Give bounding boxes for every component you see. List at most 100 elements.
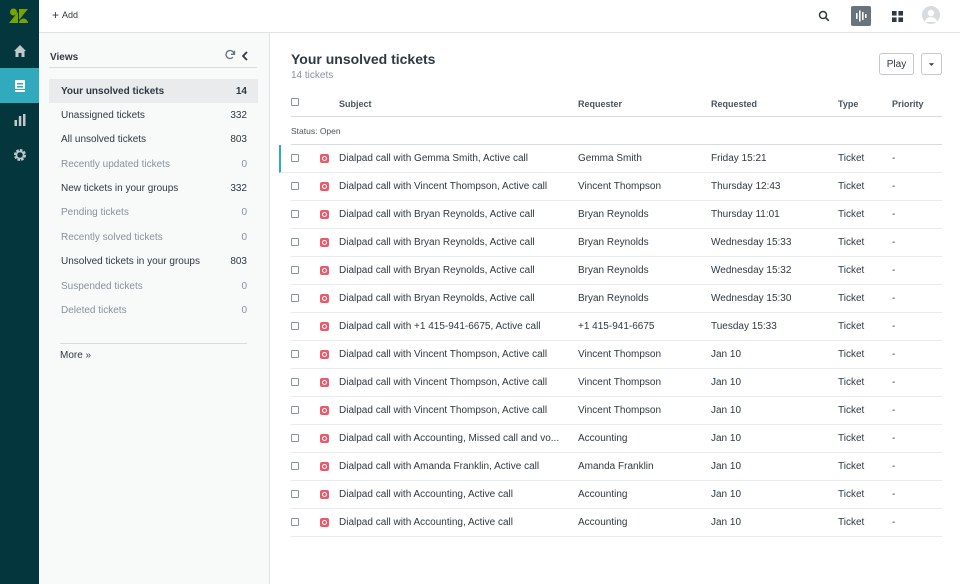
search-button[interactable] xyxy=(814,6,834,26)
table-row[interactable]: Dialpad call with Accounting, Missed cal… xyxy=(291,425,942,453)
ticket-subject[interactable]: Dialpad call with Vincent Thompson, Acti… xyxy=(339,377,547,388)
view-label: Pending tickets xyxy=(61,206,129,218)
table-row[interactable]: Dialpad call with Vincent Thompson, Acti… xyxy=(291,173,942,201)
view-label: Recently solved tickets xyxy=(61,231,163,243)
ticket-type: Ticket xyxy=(838,405,865,416)
nav-reporting[interactable] xyxy=(0,102,39,137)
ticket-subject[interactable]: Dialpad call with +1 415-941-6675, Activ… xyxy=(339,321,541,332)
table-row[interactable]: Dialpad call with Bryan Reynolds, Active… xyxy=(291,285,942,313)
ticket-icon xyxy=(320,490,329,499)
row-checkbox[interactable] xyxy=(291,462,299,470)
ticket-subject[interactable]: Dialpad call with Bryan Reynolds, Active… xyxy=(339,237,535,248)
add-button[interactable]: + Add xyxy=(52,9,79,21)
ticket-type: Ticket xyxy=(838,349,865,360)
ticket-subject[interactable]: Dialpad call with Vincent Thompson, Acti… xyxy=(339,181,547,192)
row-checkbox[interactable] xyxy=(291,434,299,442)
ticket-requester: Vincent Thompson xyxy=(578,405,662,416)
column-requester[interactable]: Requester xyxy=(578,99,622,109)
ticket-subject[interactable]: Dialpad call with Amanda Franklin, Activ… xyxy=(339,461,539,472)
view-label: Unassigned tickets xyxy=(61,109,145,121)
view-count: 0 xyxy=(241,304,247,316)
row-checkbox[interactable] xyxy=(291,518,299,526)
apps-button[interactable] xyxy=(887,6,907,26)
ticket-type: Ticket xyxy=(838,209,865,220)
table-row[interactable]: Dialpad call with Vincent Thompson, Acti… xyxy=(291,369,942,397)
view-new-tickets-in-your-groups[interactable]: New tickets in your groups 332 xyxy=(49,176,258,200)
nav-home[interactable] xyxy=(0,33,39,68)
ticket-subject[interactable]: Dialpad call with Bryan Reynolds, Active… xyxy=(339,293,535,304)
avatar[interactable] xyxy=(922,6,940,24)
view-unassigned-tickets[interactable]: Unassigned tickets 332 xyxy=(49,103,258,127)
row-checkbox[interactable] xyxy=(291,490,299,498)
column-type[interactable]: Type xyxy=(838,99,858,109)
view-recently-solved-tickets[interactable]: Recently solved tickets 0 xyxy=(49,225,258,249)
ticket-subject[interactable]: Dialpad call with Bryan Reynolds, Active… xyxy=(339,209,535,220)
table-row[interactable]: Dialpad call with Accounting, Active cal… xyxy=(291,481,942,509)
view-pending-tickets[interactable]: Pending tickets 0 xyxy=(49,200,258,224)
select-all-checkbox[interactable] xyxy=(291,98,299,106)
table-row[interactable]: Dialpad call with Amanda Franklin, Activ… xyxy=(291,453,942,481)
table-row[interactable]: Dialpad call with Bryan Reynolds, Active… xyxy=(291,201,942,229)
row-checkbox[interactable] xyxy=(291,210,299,218)
apps-grid-icon xyxy=(891,10,903,22)
admin-gear-icon xyxy=(13,148,26,161)
collapse-icon[interactable] xyxy=(240,50,250,62)
ticket-priority: - xyxy=(892,517,896,528)
refresh-icon[interactable] xyxy=(224,49,236,61)
view-suspended-tickets[interactable]: Suspended tickets 0 xyxy=(49,274,258,298)
table-row[interactable]: Dialpad call with Bryan Reynolds, Active… xyxy=(291,257,942,285)
row-checkbox[interactable] xyxy=(291,266,299,274)
table-row[interactable]: Dialpad call with Vincent Thompson, Acti… xyxy=(291,341,942,369)
view-recently-updated-tickets[interactable]: Recently updated tickets 0 xyxy=(49,152,258,176)
more-views-link[interactable]: More » xyxy=(60,350,91,361)
table-row[interactable]: Dialpad call with Vincent Thompson, Acti… xyxy=(291,397,942,425)
voice-button[interactable] xyxy=(851,6,871,26)
column-priority[interactable]: Priority xyxy=(892,99,924,109)
add-button-label: Add xyxy=(62,10,79,20)
table-row[interactable]: Dialpad call with Bryan Reynolds, Active… xyxy=(291,229,942,257)
row-checkbox[interactable] xyxy=(291,154,299,162)
nav-admin[interactable] xyxy=(0,137,39,172)
tickets-icon xyxy=(14,79,25,92)
views-title: Views xyxy=(50,52,79,63)
table-row[interactable]: Dialpad call with Gemma Smith, Active ca… xyxy=(279,145,942,173)
nav-tickets[interactable] xyxy=(0,68,39,103)
ticket-type: Ticket xyxy=(838,321,865,332)
ticket-requester: Vincent Thompson xyxy=(578,349,662,360)
ticket-subject[interactable]: Dialpad call with Vincent Thompson, Acti… xyxy=(339,349,547,360)
play-menu-button[interactable] xyxy=(921,53,942,75)
column-requested[interactable]: Requested xyxy=(711,99,757,109)
ticket-subject[interactable]: Dialpad call with Accounting, Active cal… xyxy=(339,517,513,528)
group-header: Status: Open xyxy=(291,118,942,145)
column-subject[interactable]: Subject xyxy=(339,99,372,109)
table-row[interactable]: Dialpad call with Accounting, Active cal… xyxy=(291,509,942,537)
row-checkbox[interactable] xyxy=(291,406,299,414)
ticket-requested: Friday 15:21 xyxy=(711,153,767,164)
row-checkbox[interactable] xyxy=(291,322,299,330)
ticket-priority: - xyxy=(892,349,896,360)
table-header: Subject Requester Requested Type Priorit… xyxy=(291,91,942,117)
view-label: Your unsolved tickets xyxy=(61,85,165,97)
table-row[interactable]: Dialpad call with +1 415-941-6675, Activ… xyxy=(291,313,942,341)
row-checkbox[interactable] xyxy=(291,182,299,190)
zendesk-logo-icon[interactable] xyxy=(9,8,29,24)
row-checkbox[interactable] xyxy=(291,378,299,386)
row-checkbox[interactable] xyxy=(291,238,299,246)
view-count: 0 xyxy=(241,158,247,170)
ticket-subject[interactable]: Dialpad call with Vincent Thompson, Acti… xyxy=(339,405,547,416)
view-unsolved-tickets-in-your-groups[interactable]: Unsolved tickets in your groups 803 xyxy=(49,249,258,273)
ticket-requested: Jan 10 xyxy=(711,433,742,444)
row-checkbox[interactable] xyxy=(291,294,299,302)
row-checkbox[interactable] xyxy=(291,350,299,358)
view-all-unsolved-tickets[interactable]: All unsolved tickets 803 xyxy=(49,127,258,151)
play-button[interactable]: Play xyxy=(879,53,914,75)
ticket-subject[interactable]: Dialpad call with Accounting, Active cal… xyxy=(339,489,513,500)
ticket-type: Ticket xyxy=(838,181,865,192)
ticket-subject[interactable]: Dialpad call with Bryan Reynolds, Active… xyxy=(339,265,535,276)
view-deleted-tickets[interactable]: Deleted tickets 0 xyxy=(49,298,258,322)
ticket-type: Ticket xyxy=(838,433,865,444)
ticket-count: 14 tickets xyxy=(291,70,334,81)
view-your-unsolved-tickets[interactable]: Your unsolved tickets 14 xyxy=(49,79,258,103)
ticket-subject[interactable]: Dialpad call with Gemma Smith, Active ca… xyxy=(339,153,528,164)
ticket-subject[interactable]: Dialpad call with Accounting, Missed cal… xyxy=(339,433,559,444)
